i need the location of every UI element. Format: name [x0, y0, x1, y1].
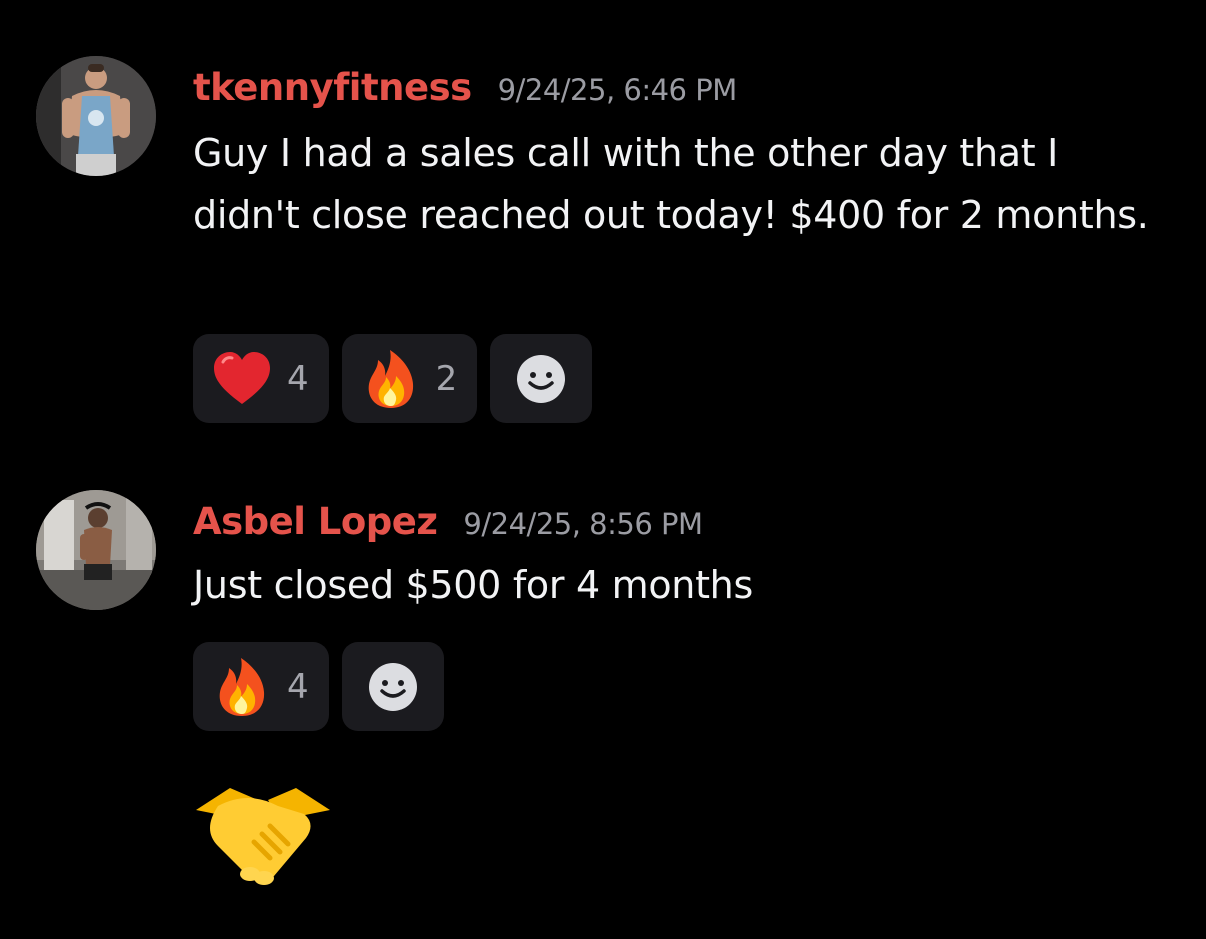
reaction-count: 4 [287, 358, 309, 399]
heart-icon [211, 348, 273, 410]
reaction-heart[interactable]: 4 [193, 334, 329, 423]
timestamp: 9/24/25, 6:46 PM [497, 73, 738, 107]
username[interactable]: tkennyfitness [193, 66, 472, 109]
avatar[interactable] [36, 490, 156, 610]
message-content: Just closed $500 for 4 months [193, 563, 753, 607]
handshake-icon [188, 780, 338, 890]
reaction-fire[interactable]: 2 [341, 334, 478, 423]
reaction-fire[interactable]: 4 [193, 642, 329, 731]
message-content: Guy I had a sales call with the other da… [193, 131, 1149, 237]
avatar[interactable] [36, 56, 156, 176]
fire-icon [211, 656, 273, 718]
add-reaction-button[interactable] [490, 334, 593, 423]
reaction-count: 4 [287, 666, 309, 707]
smiley-icon [517, 354, 566, 403]
add-reaction-button[interactable] [341, 642, 444, 731]
username[interactable]: Asbel Lopez [193, 500, 438, 543]
avatar-image [36, 490, 156, 610]
reactions-bar: 4 2 [193, 334, 593, 423]
timestamp: 9/24/25, 8:56 PM [463, 507, 703, 541]
smiley-icon [368, 662, 417, 711]
message-header: tkennyfitness 9/24/25, 6:46 PM [193, 66, 737, 109]
reactions-bar: 4 [193, 642, 444, 731]
reaction-count: 2 [435, 358, 458, 399]
message-header: Asbel Lopez 9/24/25, 8:56 PM [193, 500, 703, 543]
avatar-image [36, 56, 156, 176]
fire-icon [360, 348, 422, 410]
